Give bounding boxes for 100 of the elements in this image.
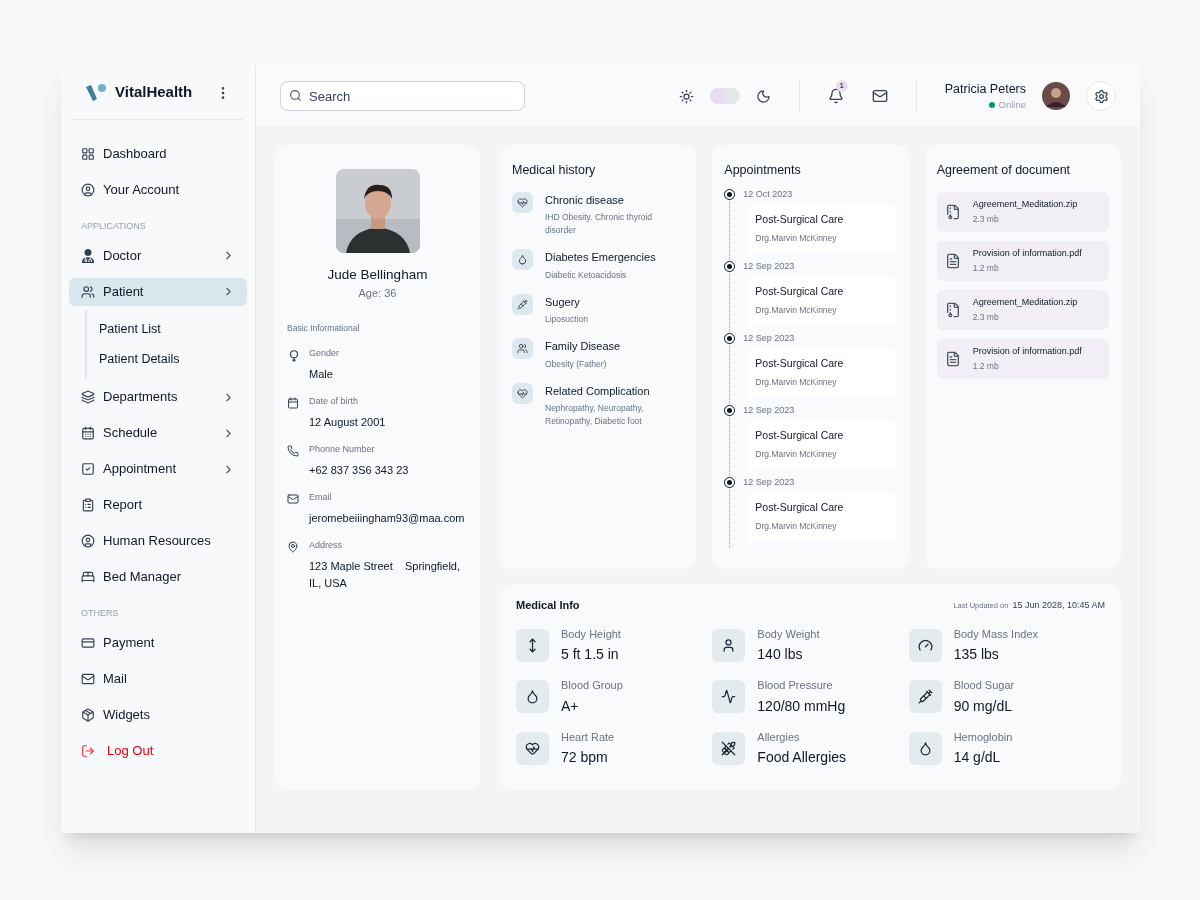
- document-item[interactable]: Agreement_Meditation.zip 2.3 mb: [936, 289, 1109, 330]
- sidebar-item[interactable]: Human Resources: [69, 527, 247, 555]
- checkbox-icon: [81, 462, 95, 476]
- layers-icon: [81, 390, 95, 404]
- field-value: Male: [309, 367, 334, 382]
- settings-icon: [1093, 88, 1109, 104]
- phone-icon: [287, 444, 299, 457]
- calendar-icon: [81, 426, 95, 440]
- bed-icon: [81, 570, 95, 584]
- metric-value: 120/80 mmHg: [757, 696, 846, 716]
- document-file-icon: [944, 350, 961, 367]
- metric-label: Blood Group: [561, 678, 623, 693]
- file-name: Provision of information.pdf: [972, 344, 1082, 358]
- mail-icon[interactable]: [871, 88, 888, 104]
- field-label: Email: [309, 490, 333, 504]
- document-file-icon: [944, 252, 961, 269]
- box-icon: [81, 707, 95, 722]
- sidebar-item[interactable]: Bed Manager: [69, 563, 247, 591]
- submenu-item[interactable]: Patient List: [87, 313, 247, 345]
- drop-icon: [908, 731, 942, 765]
- dashboard-icon: [81, 147, 95, 161]
- document-item[interactable]: Provision of information.pdf 1.2 mb: [936, 338, 1109, 379]
- wheat-icon: [712, 731, 746, 765]
- height-icon: [516, 628, 549, 662]
- history-title: Sugery: [545, 294, 581, 310]
- appointment-title: Post-Surgical Care: [755, 356, 845, 372]
- card-title: Medical Info: [516, 598, 581, 613]
- history-detail: Nephropathy, Neuropathy, Retinopathy, Diabetic foot: [545, 402, 645, 429]
- doctor-name: Drg.Marvin McKinney: [755, 232, 838, 245]
- doctor-name: Drg.Marvin McKinney: [755, 448, 838, 461]
- user-name: Patricia Peters: [944, 80, 1026, 98]
- file-name: Provision of information.pdf: [972, 246, 1082, 260]
- sidebar-item[interactable]: Log Out: [69, 736, 247, 765]
- settings-button[interactable]: [1086, 81, 1116, 111]
- sidebar-item[interactable]: Mail: [69, 664, 247, 693]
- people-icon: [512, 338, 533, 360]
- doctor-name: Drg.Marvin McKinney: [755, 376, 838, 389]
- file-size: 1.2 mb: [972, 262, 1000, 275]
- sidebar-item[interactable]: Patient: [69, 277, 247, 306]
- appointment-date: 12 Sep 2023: [743, 259, 795, 273]
- document-item[interactable]: Provision of information.pdf 1.2 mb: [936, 240, 1109, 281]
- patient-age: Age: 36: [358, 286, 397, 302]
- search-field[interactable]: Search: [280, 81, 525, 111]
- history-detail: Liposuction: [545, 313, 588, 327]
- metric-label: Hemoglobin: [953, 729, 1013, 745]
- history-title: Related Complication: [545, 383, 651, 399]
- people-icon: [81, 284, 95, 299]
- history-detail: Obesity (Father): [545, 357, 608, 371]
- field-label: Phonne Number: [309, 442, 376, 456]
- file-size: 1.2 mb: [972, 360, 1000, 373]
- sidebar-item[interactable]: Your Account: [69, 176, 247, 204]
- sidebar-item[interactable]: Payment: [69, 628, 247, 657]
- sidebar-item[interactable]: Doctor: [69, 241, 247, 270]
- appointment-date: 12 Oct 2023: [743, 187, 793, 201]
- field-value: 123 Maple Street Springfield, IL, USA: [309, 559, 462, 591]
- submenu-item[interactable]: Patient Details: [87, 344, 247, 375]
- gauge-icon: [908, 628, 942, 662]
- location-icon: [287, 540, 299, 553]
- doctor-name: Drg.Marvin McKinney: [755, 520, 838, 533]
- sidebar-item[interactable]: Widgets: [69, 700, 247, 729]
- sidebar-item[interactable]: Schedule: [69, 419, 247, 447]
- sidebar-item[interactable]: Report: [69, 491, 247, 519]
- doctor-name: Drg.Marvin McKinney: [755, 304, 838, 317]
- drop-icon: [516, 680, 549, 714]
- moon-icon: [755, 88, 771, 104]
- card-icon: [81, 635, 95, 650]
- syringe-icon: [908, 680, 942, 714]
- logout-icon: [81, 743, 95, 758]
- file-name: Agreement_Meditation.zip: [972, 197, 1078, 211]
- metric-label: Body Weight: [757, 626, 820, 642]
- theme-toggle[interactable]: [709, 88, 740, 104]
- drop-icon: [512, 249, 533, 271]
- sun-icon: [678, 88, 694, 104]
- account-icon: [81, 183, 95, 197]
- metric-label: Blood Sugar: [953, 678, 1015, 693]
- appointment-date: 12 Sep 2023: [743, 403, 795, 417]
- archive-file-icon: [944, 301, 961, 318]
- metric-label: Blood Pressure: [757, 678, 834, 693]
- metric-label: Allergies: [757, 729, 801, 745]
- metric-label: Body Mass Index: [953, 626, 1039, 642]
- patient-name: Jude Bellingham: [327, 266, 428, 284]
- sidebar-item[interactable]: Dashboard: [69, 140, 247, 168]
- metric-value: 90 mg/dL: [953, 696, 1014, 716]
- search-icon: [289, 89, 302, 102]
- appointment-title: Post-Surgical Care: [755, 500, 845, 516]
- heart-icon: [512, 382, 533, 404]
- metric-value: 72 bpm: [561, 748, 609, 767]
- bell-icon[interactable]: [827, 88, 844, 104]
- person-icon: [712, 628, 746, 662]
- history-detail: IHD Obesity. Chronic thyroid disorder: [545, 211, 654, 238]
- sidebar-item[interactable]: Departments: [69, 383, 247, 411]
- history-title: Family Disease: [545, 339, 621, 355]
- sidebar-item[interactable]: Appointment: [69, 455, 247, 483]
- section-label: OTHERS: [80, 607, 120, 620]
- metric-value: 14 g/dL: [953, 748, 1002, 767]
- document-item[interactable]: Agreement_Meditation.zip 2.3 mb: [936, 191, 1109, 232]
- appointment-title: Post-Surgical Care: [755, 284, 845, 300]
- calendar-icon: [287, 396, 299, 409]
- app-name: VitalHealth: [115, 82, 194, 103]
- file-name: Agreement_Meditation.zip: [972, 295, 1078, 309]
